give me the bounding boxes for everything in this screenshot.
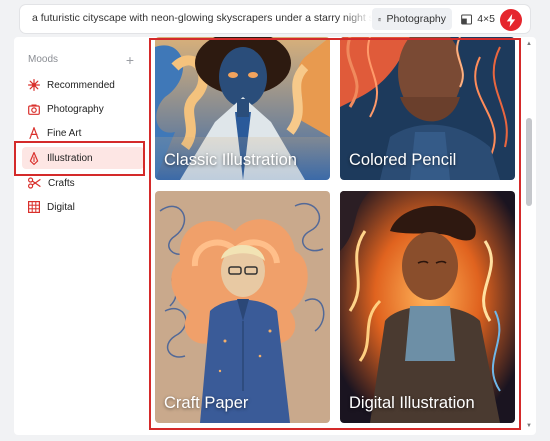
style-selector-label: Photography [386, 13, 446, 25]
top-bar: a futuristic cityscape with neon-glowing… [0, 0, 550, 37]
plus-icon[interactable]: + [126, 52, 134, 68]
style-selector-button[interactable]: Photography [372, 8, 452, 30]
scroll-down-arrow-icon[interactable]: ▼ [526, 423, 532, 429]
scrollbar-thumb[interactable] [526, 118, 532, 206]
scroll-up-arrow-icon[interactable]: ▲ [526, 41, 532, 47]
style-grid-scrollbar[interactable]: ▲ ▼ [524, 40, 534, 432]
easel-icon [29, 127, 39, 139]
sidebar-item-label: Fine Art [47, 127, 82, 139]
generate-button[interactable] [500, 9, 522, 31]
sidebar-item-recommended[interactable]: Recommended [22, 74, 144, 96]
sidebar-item-label: Recommended [47, 79, 115, 91]
selected-mood-highlight [14, 141, 145, 176]
sidebar-item-digital[interactable]: Digital [22, 196, 144, 218]
sparkle-icon [28, 79, 40, 91]
sidebar-item-label: Photography [47, 103, 104, 115]
scissors-icon [28, 177, 41, 189]
aspect-ratio-button[interactable]: 4×5 [457, 8, 499, 30]
grid-icon [28, 201, 40, 213]
camera-icon [28, 104, 40, 115]
prompt-input[interactable]: a futuristic cityscape with neon-glowing… [20, 5, 530, 33]
sidebar-item-photography[interactable]: Photography [22, 98, 144, 120]
lightning-icon [506, 13, 516, 27]
aspect-ratio-label: 4×5 [477, 13, 495, 25]
prompt-text[interactable]: a futuristic cityscape with neon-glowing… [32, 12, 372, 24]
aspect-ratio-icon [461, 14, 473, 24]
camera-icon [378, 17, 382, 21]
sidebar-item-label: Digital [47, 201, 75, 213]
style-grid-highlight [149, 38, 521, 430]
sidebar-item-label: Crafts [48, 177, 75, 189]
moods-title: Moods [28, 54, 59, 65]
moods-header: Moods + [28, 52, 134, 68]
